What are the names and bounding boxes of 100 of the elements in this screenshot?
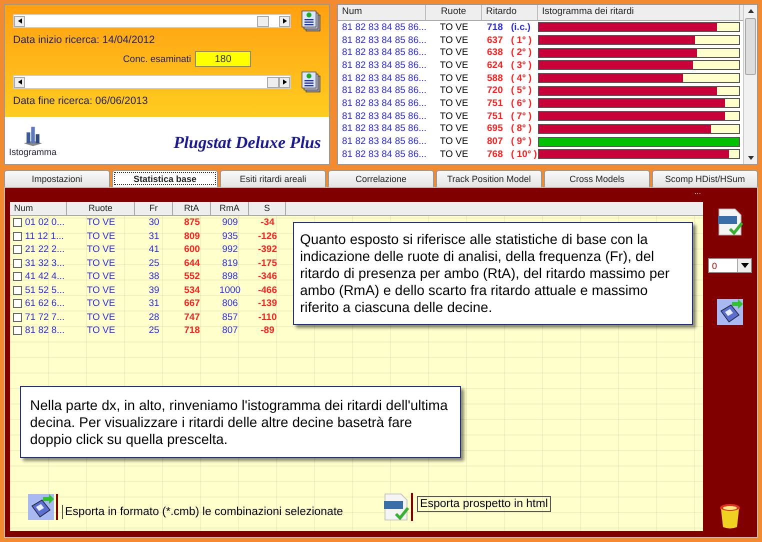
tab[interactable]: Cross Models (544, 170, 650, 187)
table-cell-text: TO VE (438, 34, 470, 46)
start-date-label: Data inizio ricerca: 14/04/2012 (13, 34, 156, 46)
slider-thumb[interactable] (267, 76, 279, 88)
column-header[interactable]: Istogramma dei ritardi (538, 5, 740, 20)
table-cell-text: 992 (221, 244, 239, 256)
table-cell-text: 667 (183, 298, 201, 310)
table-cell-text: 81 82 83 84 85 86... (341, 22, 426, 33)
table-cell-text: -466 (256, 284, 278, 296)
delay-value: 624 (487, 60, 504, 71)
delay-value: 718 (487, 22, 504, 33)
table-cell-text: 30 (148, 217, 160, 228)
table-cell-text: 909 (221, 217, 239, 228)
column-header[interactable]: Num (10, 202, 67, 216)
bar-chart-icon (22, 124, 44, 146)
table-cell-text: 600 (183, 244, 201, 256)
checkbox[interactable] (13, 245, 22, 254)
slider-thumb[interactable] (257, 16, 270, 26)
table-cell: 41 42 4... (25, 271, 65, 282)
table-cell-text: 644 (183, 258, 201, 269)
checkbox[interactable] (13, 258, 22, 268)
table-cell-text: TO VE (438, 47, 470, 58)
checkbox[interactable] (13, 232, 22, 241)
column-header[interactable]: Ruote (67, 202, 135, 216)
table-cell-text: 875 (183, 217, 201, 228)
column-header[interactable]: Num (338, 5, 426, 20)
table-cell-text: TO VE (438, 123, 470, 134)
table-cell-text: 38 (148, 271, 160, 282)
table-cell-text: 31 (148, 230, 160, 242)
ellipsis-label: ... (693, 188, 702, 198)
delay-value: 720 (487, 85, 504, 96)
delay-value: 751 (487, 110, 504, 122)
table-cell: 51 52 5... (25, 284, 65, 296)
table-cell-text: 718 (183, 325, 201, 336)
table-cell-text: -34 (260, 217, 276, 228)
document-stack-icon[interactable] (301, 71, 321, 93)
table-cell-text: 25 (148, 325, 160, 336)
table-cell-text: 41 (148, 244, 160, 256)
scrollbar[interactable] (743, 5, 757, 164)
trash-bin-icon[interactable] (719, 503, 741, 529)
tab[interactable]: Correlazione (328, 170, 434, 187)
table-cell-text: TO VE (86, 271, 116, 282)
tab[interactable]: Scomp HDist/HSum (652, 170, 758, 187)
export-cmb-button[interactable]: Esporta in formato (*.cmb) le combinazioni selezionate (62, 505, 346, 519)
checkbox[interactable] (13, 299, 22, 308)
export-html-button[interactable]: Esporta prospetto in html (417, 496, 551, 512)
table-cell-text: -110 (257, 312, 278, 323)
delay-rank: ( 7° ) (511, 110, 532, 122)
scroll-down-icon[interactable] (748, 156, 754, 160)
table-cell-text: 81 82 83 84 85 86... (341, 148, 426, 160)
table-cell-text: TO VE (86, 217, 116, 228)
html-document-icon[interactable] (717, 208, 743, 236)
checkbox[interactable] (13, 286, 22, 295)
column-header[interactable]: Ritardo (482, 5, 538, 20)
table-cell-text: TO VE (438, 22, 470, 33)
checkbox[interactable] (13, 312, 22, 322)
table-cell-text: -175 (256, 258, 278, 269)
table-cell-text: -392 (256, 244, 278, 256)
table-cell-text: -89 (260, 325, 276, 336)
column-header[interactable]: RtA (173, 202, 211, 216)
table-cell-text: 806 (221, 298, 239, 310)
delay-value: 638 (487, 47, 504, 58)
date-slider[interactable] (13, 14, 291, 28)
dropdown-arrow-icon (740, 263, 748, 268)
table-cell-text: TO VE (86, 325, 116, 336)
column-header[interactable]: Fr (135, 202, 173, 216)
table-cell-text: TO VE (438, 136, 470, 148)
tab[interactable]: Impostazioni (4, 170, 110, 187)
html-document-icon[interactable] (383, 493, 410, 521)
column-header[interactable]: RmA (211, 202, 249, 216)
checkbox[interactable] (13, 218, 22, 228)
scroll-up-icon[interactable] (748, 9, 754, 13)
table-cell-text: TO VE (438, 72, 470, 84)
table-cell: 71 72 7... (25, 312, 65, 323)
tab[interactable]: Track Position Model (436, 170, 542, 187)
delay-value: 807 (487, 136, 504, 148)
count-field[interactable]: 180 (195, 51, 252, 67)
checkbox[interactable] (13, 272, 22, 282)
delay-rank: ( 4° ) (511, 72, 532, 84)
delay-value: 751 (487, 98, 504, 109)
callout-note: Quanto esposto si riferisce alle statistiche di base con la indicazione delle ruote di analisi, della frequenza (Fr), del ritardo di presenza per ambo (RtA), del ritardo massimo per ambo (RmA) e dello scarto fra ritardo attuale e massimo riferito a ciascuna delle decine. (293, 222, 693, 325)
checkbox[interactable] (13, 326, 22, 336)
delay-value: 768 (487, 148, 504, 160)
table-cell-text: TO VE (86, 312, 116, 323)
table-cell-text: TO VE (86, 244, 116, 256)
column-header[interactable]: S (249, 202, 286, 216)
document-stack-icon[interactable] (301, 10, 321, 32)
column-header[interactable]: Ruote (426, 5, 482, 20)
table-cell: 21 22 2... (25, 244, 65, 256)
table-cell: 11 12 1... (25, 230, 64, 242)
histogram-button[interactable]: Istogramma (9, 124, 57, 156)
table-cell-text: TO VE (438, 85, 470, 96)
table-cell-text: 28 (148, 312, 160, 323)
decade-dropdown[interactable]: 0 (708, 258, 752, 273)
delay-rank: ( 5° ) (511, 85, 532, 96)
table-cell-text: 809 (183, 230, 201, 242)
tab[interactable]: Statistica base (112, 170, 218, 187)
delay-rank: ( 1° ) (511, 34, 532, 46)
date-slider[interactable] (13, 75, 291, 89)
tab[interactable]: Esiti ritardi areali (220, 170, 326, 187)
